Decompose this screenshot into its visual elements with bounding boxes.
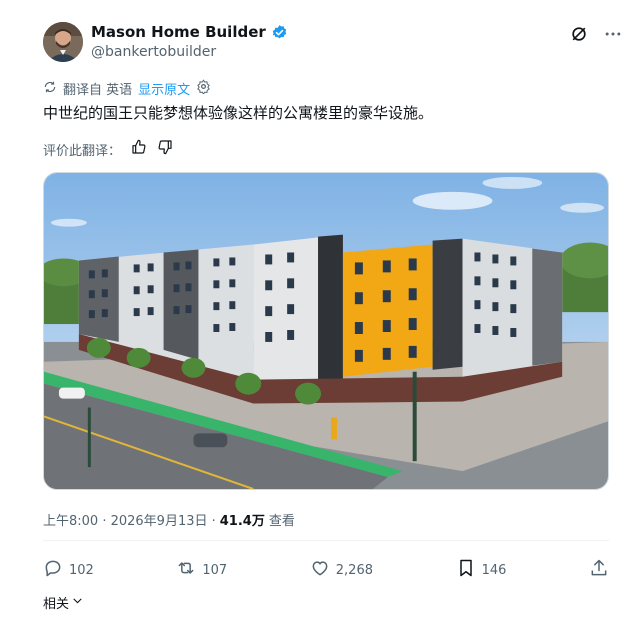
repost-icon <box>176 558 196 582</box>
like-button[interactable]: 2,268 <box>310 558 373 582</box>
translated-from-label: 翻译自 英语 <box>63 83 133 98</box>
author-handle[interactable]: @bankertobuilder <box>91 44 288 60</box>
tweet-meta: 上午8:00 · 2026年9月13日 · 41.4万 查看 <box>43 510 295 529</box>
translation-bar: 翻译自 英语 显示原文 <box>43 79 211 98</box>
thumbs-up-icon[interactable] <box>131 139 147 159</box>
verified-badge-icon <box>271 24 288 41</box>
translate-icon <box>43 80 57 98</box>
reply-icon <box>43 558 63 582</box>
repost-button[interactable]: 107 <box>176 558 227 582</box>
bookmark-count: 146 <box>481 562 507 578</box>
reply-count: 102 <box>69 562 94 578</box>
rate-translation-label: 评价此翻译： <box>43 143 122 159</box>
tweet-media-image[interactable] <box>43 172 609 490</box>
avatar[interactable] <box>43 22 83 62</box>
reply-button[interactable]: 102 <box>43 558 94 582</box>
like-icon <box>310 558 330 582</box>
settings-icon[interactable] <box>196 79 211 98</box>
grok-icon[interactable] <box>569 24 589 44</box>
timestamp[interactable]: 上午8:00 · 2026年9月13日 · <box>43 510 216 529</box>
thumbs-down-icon[interactable] <box>157 139 173 159</box>
views-label: 查看 <box>268 514 295 529</box>
tweet-header: Mason Home Builder @bankertobuilder <box>43 22 623 64</box>
views-count: 41.4万 <box>219 514 265 529</box>
action-bar: 102 107 2,268 146 <box>43 558 609 582</box>
rate-translation: 评价此翻译： <box>43 139 173 159</box>
more-icon[interactable] <box>603 24 623 44</box>
related-dropdown[interactable]: 相关 <box>43 593 84 612</box>
bookmark-icon <box>456 558 476 582</box>
tweet-text: 中世纪的国王只能梦想体验像这样的公寓楼里的豪华设施。 <box>43 104 434 122</box>
share-icon <box>589 558 609 582</box>
like-count: 2,268 <box>335 562 373 578</box>
share-button[interactable] <box>589 558 609 582</box>
divider <box>43 540 609 541</box>
repost-count: 107 <box>202 562 228 578</box>
related-label: 相关 <box>43 597 70 612</box>
bookmark-button[interactable]: 146 <box>456 558 507 582</box>
chevron-down-icon <box>71 594 84 611</box>
show-original-link[interactable]: 显示原文 <box>138 79 190 98</box>
author-display-name[interactable]: Mason Home Builder <box>91 23 266 41</box>
